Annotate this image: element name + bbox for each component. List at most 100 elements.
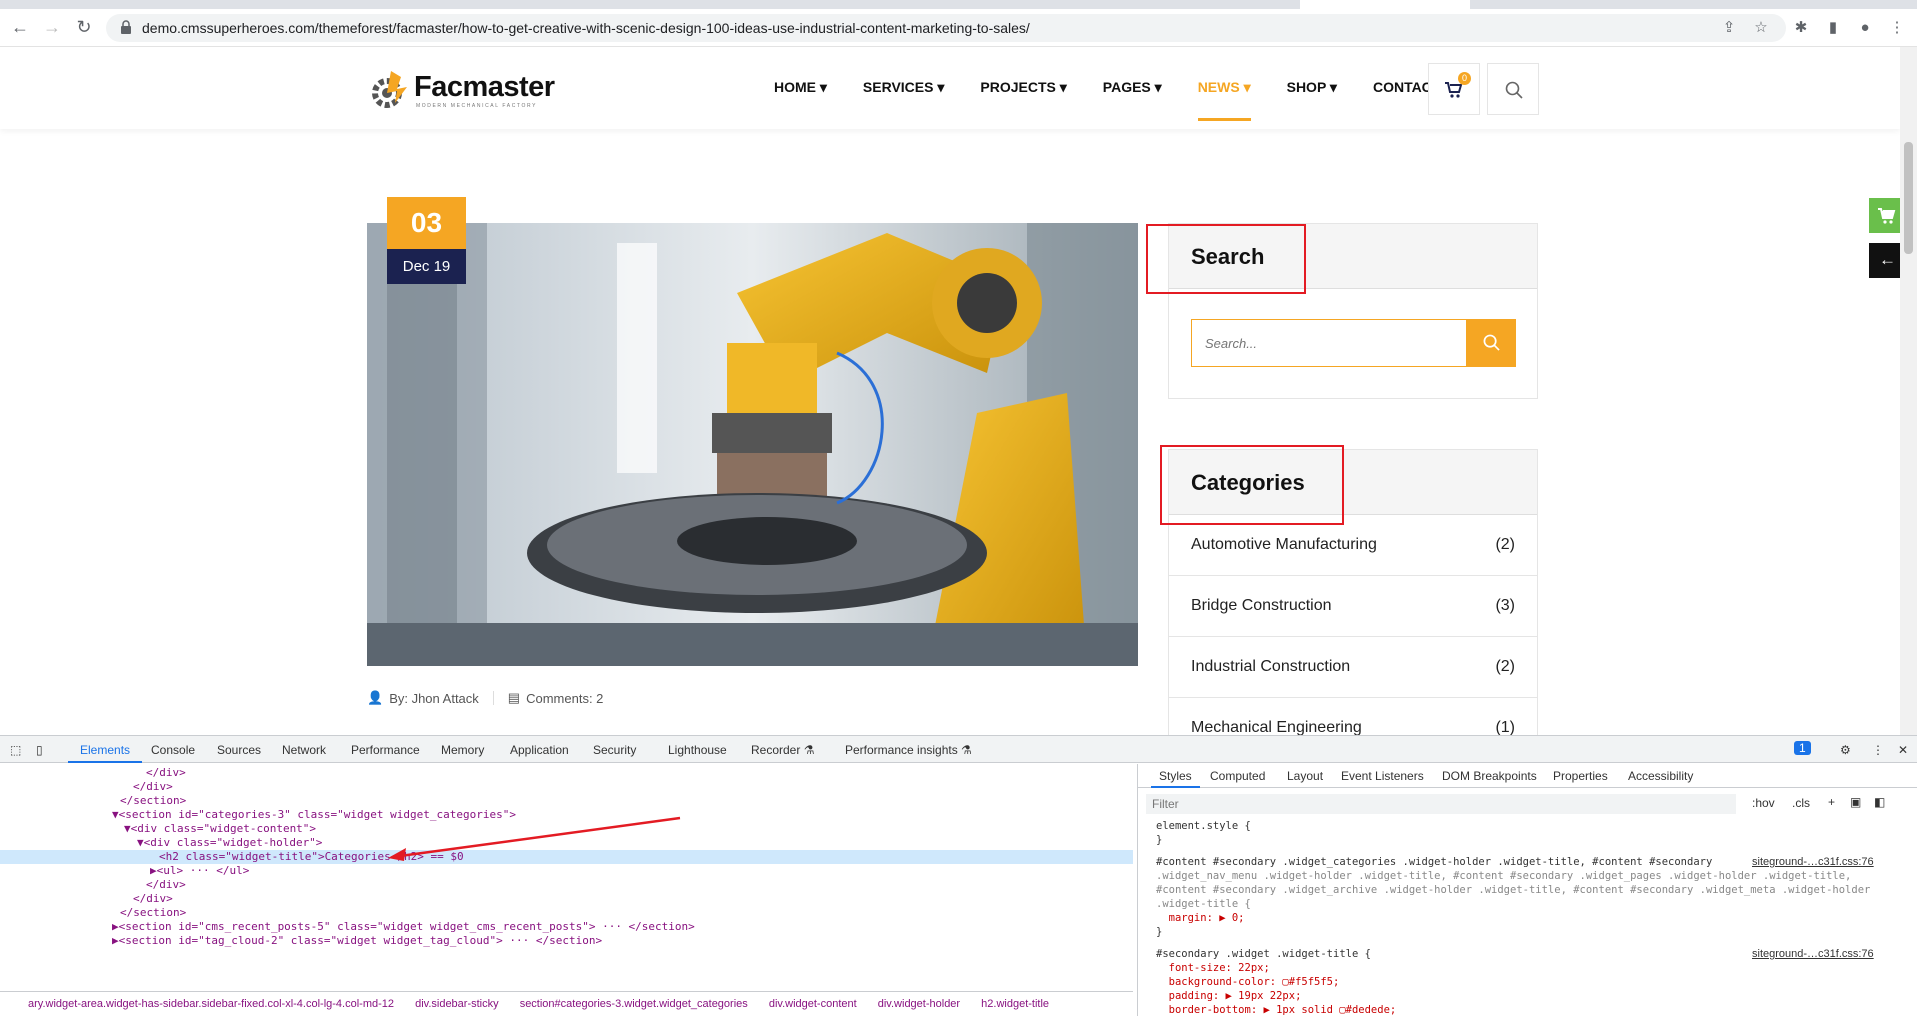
category-name[interactable]: Industrial Construction — [1191, 658, 1350, 676]
category-name[interactable]: Bridge Construction — [1191, 597, 1332, 615]
settings-gear-icon[interactable]: ⚙ — [1840, 743, 1851, 757]
css-rule[interactable]: element.style { — [1156, 820, 1251, 832]
dom-node[interactable]: ▶<section id="tag_cloud-2" class="widget… — [0, 934, 1133, 948]
search-icon — [1483, 334, 1500, 351]
tab-elements[interactable]: Elements — [67, 743, 143, 763]
post-date-month: Dec 19 — [387, 249, 466, 284]
menu-item-pages[interactable]: PAGES ▾ — [1103, 79, 1162, 96]
meta-divider — [492, 691, 494, 705]
dom-node[interactable]: </div> — [0, 766, 1133, 780]
breadcrumb-item[interactable]: ary.widget-area.widget-has-sidebar.sideb… — [28, 998, 394, 1010]
tab-sources[interactable]: Sources — [217, 743, 261, 757]
dom-node[interactable]: </div> — [0, 780, 1133, 794]
search-input[interactable] — [1192, 320, 1466, 366]
menu-item-shop[interactable]: SHOP ▾ — [1287, 79, 1337, 96]
tab-recorder[interactable]: Recorder ⚗ — [751, 743, 814, 757]
tab-accessibility[interactable]: Accessibility — [1628, 769, 1693, 783]
tab-console[interactable]: Console — [151, 743, 195, 757]
post-author[interactable]: By: Jhon Attack — [389, 691, 479, 706]
post-featured-image[interactable] — [367, 223, 1138, 666]
tab-properties[interactable]: Properties — [1553, 769, 1608, 783]
styles-tabbar: Styles Computed Layout Event Listeners D… — [1138, 764, 1917, 788]
breadcrumb-item[interactable]: div.widget-holder — [878, 998, 960, 1010]
tab-performance[interactable]: Performance — [351, 743, 420, 757]
close-icon[interactable]: ✕ — [1898, 743, 1908, 757]
logo[interactable]: Facmaster MODERN MECHANICAL FACTORY — [367, 67, 557, 113]
dom-node[interactable]: ▶<ul> ··· </ul> — [0, 864, 1133, 878]
dom-node[interactable]: </section> — [0, 906, 1133, 920]
sidebar-toggle-icon[interactable]: ◧ — [1874, 795, 1885, 809]
breadcrumb-item[interactable]: section#categories-3.widget.widget_categ… — [520, 998, 748, 1010]
hov-toggle[interactable]: :hov — [1752, 796, 1775, 810]
cls-toggle[interactable]: .cls — [1792, 796, 1810, 810]
category-name[interactable]: Automotive Manufacturing — [1191, 536, 1377, 554]
menu-item-services[interactable]: SERVICES ▾ — [863, 79, 944, 96]
category-count: (2) — [1495, 536, 1515, 553]
css-selector: .widget_nav_menu .widget-holder .widget-… — [1156, 870, 1852, 882]
css-property[interactable]: border-bottom: ▶ 1px solid ▢#dedede; — [1156, 1004, 1397, 1016]
dom-node[interactable]: </div> — [0, 892, 1133, 906]
tab-network[interactable]: Network — [282, 743, 326, 757]
menu-item-projects[interactable]: PROJECTS ▾ — [980, 79, 1066, 96]
tab-layout[interactable]: Layout — [1287, 769, 1323, 783]
add-rule-icon[interactable]: + — [1828, 795, 1835, 809]
device-toggle-icon[interactable]: ▯ — [36, 743, 43, 757]
paint-icon[interactable]: ▣ — [1850, 795, 1861, 809]
css-selector[interactable]: #content #secondary .widget_categories .… — [1156, 856, 1712, 868]
dom-node[interactable]: </div> — [0, 878, 1133, 892]
tab-security[interactable]: Security — [593, 743, 636, 757]
floating-back-button[interactable]: ← — [1869, 243, 1904, 278]
category-item[interactable]: Mechanical Engineering (1) — [1169, 698, 1537, 735]
breadcrumb-item[interactable]: div.sidebar-sticky — [415, 998, 499, 1010]
share-icon[interactable]: ⇪ — [1720, 19, 1738, 37]
address-bar[interactable]: demo.cmssuperheroes.com/themeforest/facm… — [106, 14, 1786, 42]
category-name[interactable]: Mechanical Engineering — [1191, 719, 1362, 735]
styles-filter-input[interactable]: Filter — [1146, 794, 1736, 814]
menu-kebab-icon[interactable]: ⋮ — [1888, 19, 1906, 37]
inspect-icon[interactable]: ⬚ — [10, 743, 21, 757]
site-header: Facmaster MODERN MECHANICAL FACTORY HOME… — [0, 47, 1900, 129]
devtools-more-icon[interactable]: ⋮ — [1872, 743, 1884, 757]
css-source-link[interactable]: siteground-…c31f.css:76 — [1752, 856, 1874, 868]
header-search-button[interactable] — [1487, 63, 1539, 115]
breadcrumb-item[interactable]: h2.widget-title — [981, 998, 1049, 1010]
active-tab[interactable] — [1300, 0, 1470, 9]
menu-item-home[interactable]: HOME ▾ — [774, 79, 827, 96]
css-rule: } — [1156, 834, 1163, 846]
tab-application[interactable]: Application — [510, 743, 569, 757]
css-source-link[interactable]: siteground-…c31f.css:76 — [1752, 948, 1874, 960]
star-icon[interactable]: ☆ — [1752, 19, 1770, 37]
search-field[interactable] — [1191, 319, 1467, 367]
extensions-icon[interactable]: ✱ — [1792, 19, 1810, 37]
search-submit-button[interactable] — [1467, 319, 1516, 367]
css-selector[interactable]: #secondary .widget .widget-title { — [1156, 948, 1371, 960]
breadcrumb-item[interactable]: div.widget-content — [769, 998, 857, 1010]
dom-node[interactable]: </section> — [0, 794, 1133, 808]
floating-cart-button[interactable] — [1869, 198, 1904, 233]
css-property[interactable]: padding: ▶ 19px 22px; — [1156, 990, 1302, 1002]
reload-icon[interactable]: ↻ — [74, 17, 94, 37]
css-property[interactable]: font-size: 22px; — [1156, 962, 1270, 974]
tab-performance-insights[interactable]: Performance insights ⚗ — [845, 743, 972, 757]
cart-button[interactable]: 0 — [1428, 63, 1480, 115]
post-comments[interactable]: Comments: 2 — [526, 691, 603, 706]
category-item[interactable]: Bridge Construction (3) — [1169, 576, 1537, 637]
sidepanel-icon[interactable]: ▮ — [1824, 19, 1842, 37]
forward-arrow-icon[interactable]: → — [42, 17, 62, 37]
dom-node[interactable]: ▶<section id="cms_recent_posts-5" class=… — [0, 920, 1133, 934]
tab-event-listeners[interactable]: Event Listeners — [1341, 769, 1424, 783]
tab-computed[interactable]: Computed — [1210, 769, 1265, 783]
tab-memory[interactable]: Memory — [441, 743, 484, 757]
issues-badge[interactable]: 1 — [1794, 741, 1811, 755]
tab-dom-breakpoints[interactable]: DOM Breakpoints — [1442, 769, 1537, 783]
css-property[interactable]: margin: ▶ 0; — [1156, 912, 1245, 924]
css-property[interactable]: background-color: ▢#f5f5f5; — [1156, 976, 1340, 988]
category-item[interactable]: Industrial Construction (2) — [1169, 637, 1537, 698]
menu-item-news[interactable]: NEWS ▾ — [1197, 79, 1251, 121]
page-scrollbar[interactable] — [1900, 47, 1917, 735]
tab-styles[interactable]: Styles — [1151, 769, 1200, 788]
profile-icon[interactable]: ● — [1856, 19, 1874, 37]
tab-lighthouse[interactable]: Lighthouse — [668, 743, 727, 757]
scrollbar-thumb[interactable] — [1904, 142, 1913, 254]
back-arrow-icon[interactable]: ← — [10, 17, 30, 37]
